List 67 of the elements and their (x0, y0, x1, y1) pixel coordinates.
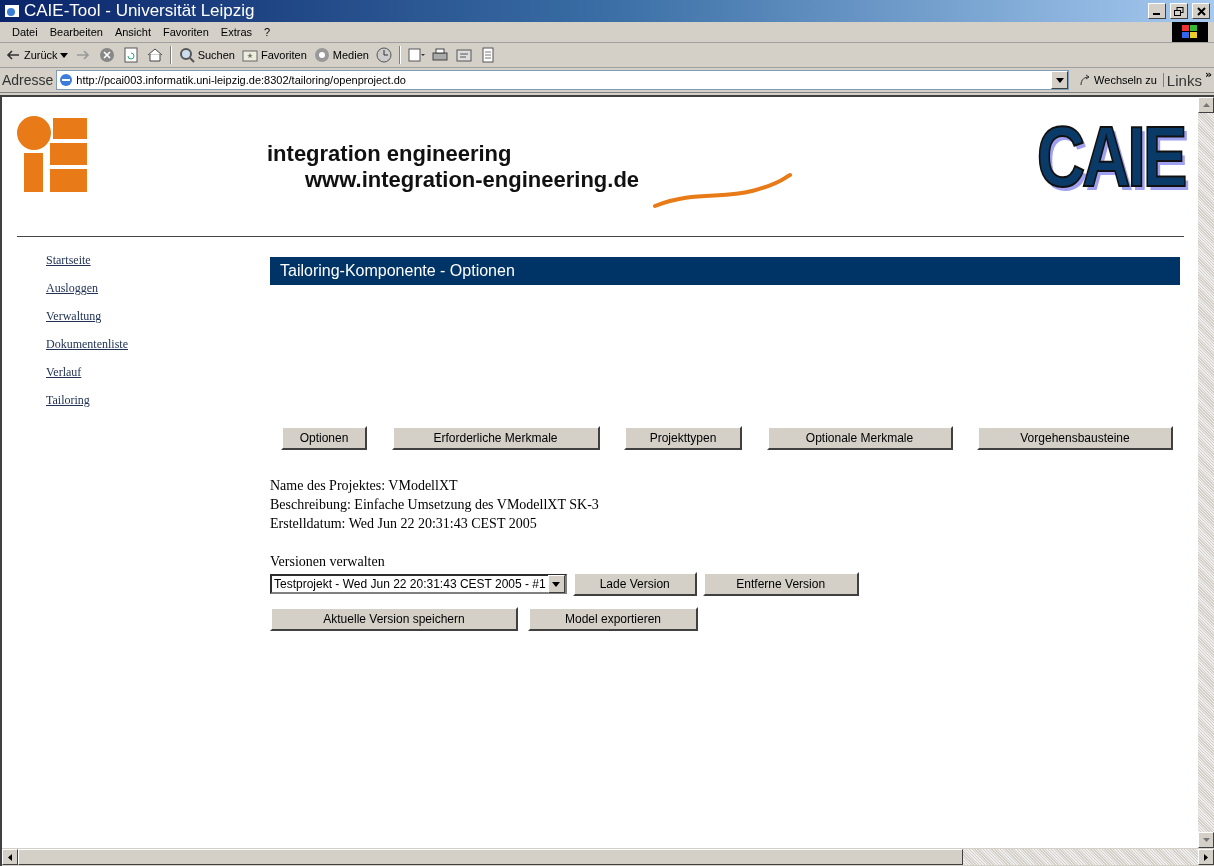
nav-link[interactable]: Verwaltung (46, 307, 270, 326)
dropdown-button[interactable] (1051, 71, 1069, 89)
search-icon (177, 46, 196, 64)
up-arrow-icon (1202, 103, 1210, 107)
section-title-bar: Tailoring-Komponente - Optionen (270, 257, 1180, 285)
save-version-button[interactable]: Aktuelle Version speichern (270, 607, 518, 631)
info-text: Erstelldatum: Wed Jun 22 20:31:43 CEST 2005 (270, 515, 538, 533)
scroll-down-button[interactable] (1198, 832, 1214, 848)
tab-button[interactable]: Optionen (281, 426, 367, 450)
menu-item[interactable]: Datei (6, 26, 44, 38)
stop-icon[interactable] (97, 46, 116, 64)
nav-link[interactable]: Ausloggen (46, 279, 270, 298)
browser-icon (4, 3, 20, 19)
media-icon (312, 46, 331, 64)
minimize-button[interactable] (1148, 3, 1166, 19)
menu-item[interactable]: Favoriten (157, 26, 215, 38)
restore-icon (1174, 6, 1184, 16)
printer-icon[interactable] (430, 46, 449, 64)
nav-link[interactable]: Startseite (46, 251, 270, 270)
toolbar-button[interactable]: Favoriten (240, 46, 307, 64)
toolbar-button[interactable]: Zurück (4, 46, 68, 64)
close-button[interactable] (1192, 3, 1210, 19)
history-icon[interactable] (374, 46, 393, 64)
tab-button[interactable]: Optionale Merkmale (766, 426, 953, 450)
nav-link[interactable]: Tailoring (46, 391, 270, 410)
tab-button[interactable]: Erforderliche Merkmale (391, 426, 600, 450)
address-label: Adresse (2, 72, 54, 88)
more-button[interactable]: » (1204, 68, 1212, 81)
toolbar-button[interactable]: Suchen (177, 46, 235, 64)
menu-item[interactable]: ? (258, 26, 277, 38)
info-text: Beschreibung: Einfache Umsetzung des VModellXT SK-3 (270, 496, 600, 514)
go-button[interactable]: Wechseln zu (1072, 73, 1164, 87)
refresh-icon[interactable] (121, 46, 140, 64)
remove-version-button[interactable]: Entferne Version (702, 572, 859, 596)
export-model-button[interactable]: Model exportieren (528, 607, 698, 631)
version-select[interactable]: Testprojekt - Wed Jun 22 20:31:43 CEST 2005 - #1 (270, 574, 567, 594)
nav-link[interactable]: Dokumentenliste (46, 335, 270, 354)
versions-label: Versionen verwalten (270, 554, 386, 570)
caie-logo: CAIE (1036, 113, 1184, 199)
close-icon (1196, 6, 1206, 16)
windows-flag-icon (1181, 24, 1199, 40)
scroll-left-button[interactable] (2, 849, 18, 865)
right-arrow-icon (1204, 853, 1208, 861)
tagline: integration engineering (267, 141, 513, 167)
website-address: www.integration-engineering.de (305, 167, 640, 193)
menu-item[interactable]: Bearbeiten (43, 26, 109, 38)
info-text: Name des Projektes: VModellXT (270, 477, 459, 495)
caret-icon (1055, 77, 1064, 83)
load-version-button[interactable]: Lade Version (572, 572, 697, 596)
left-arrow-icon (8, 853, 12, 861)
scroll-up-button[interactable] (1198, 97, 1214, 113)
caret-icon (59, 52, 68, 58)
window-title: CAIE-Tool - Universität Leipzig (24, 1, 256, 21)
caret-icon (552, 581, 561, 587)
tab-button[interactable]: Projekttypen (624, 426, 742, 450)
restore-button[interactable] (1170, 3, 1188, 19)
toolbar-button[interactable]: Medien (312, 46, 369, 64)
menu-item[interactable]: Extras (214, 26, 259, 38)
scroll-right-button[interactable] (1198, 849, 1214, 865)
down-arrow-icon (1202, 838, 1210, 842)
address-field[interactable]: http://pcai003.informatik.uni-leipzig.de:8302/tailoring/openproject.do (56, 70, 1070, 90)
nav-link[interactable]: Verlauf (46, 363, 270, 382)
scrollbar-thumb[interactable] (18, 849, 963, 865)
tab-button[interactable]: Vorgehensbausteine (977, 426, 1173, 450)
menu-item[interactable]: Ansicht (108, 26, 157, 38)
links-button[interactable]: Links (1166, 71, 1202, 89)
home-icon[interactable] (145, 46, 164, 64)
